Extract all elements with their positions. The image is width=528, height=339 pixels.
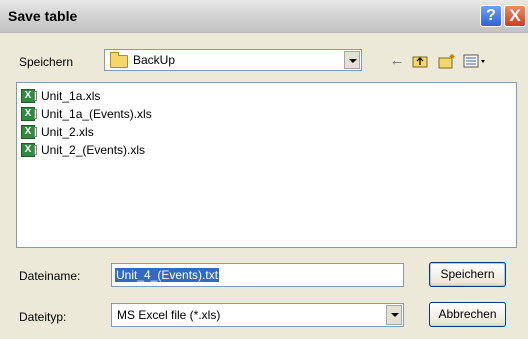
back-icon[interactable]: ← <box>388 52 406 70</box>
excel-file-icon: X <box>21 143 37 157</box>
cancel-button[interactable]: Abbrechen <box>429 302 506 327</box>
filename-label: Dateiname: <box>19 269 81 283</box>
help-button[interactable]: ? <box>480 5 502 27</box>
file-name: Unit_1a_(Events).xls <box>41 107 152 121</box>
filename-value: Unit_4_(Events).txt <box>115 268 220 282</box>
look-in-label: Speichern <box>19 55 74 69</box>
list-item[interactable]: X Unit_2.xls <box>21 124 94 140</box>
file-name: Unit_2_(Events).xls <box>41 143 146 157</box>
new-folder-icon[interactable] <box>438 52 456 70</box>
chevron-down-icon[interactable] <box>344 51 360 69</box>
look-in-value: BackUp <box>133 53 176 67</box>
window-title: Save table <box>8 8 78 24</box>
filetype-value: MS Excel file (*.xls) <box>117 308 221 322</box>
filename-field[interactable]: Unit_4_(Events).txt <box>111 263 404 287</box>
close-button[interactable]: X <box>504 5 526 27</box>
excel-file-icon: X <box>21 107 37 121</box>
excel-file-icon: X <box>21 89 37 103</box>
list-item[interactable]: X Unit_1a.xls <box>21 88 100 104</box>
chevron-down-icon[interactable] <box>386 305 402 325</box>
filetype-label: Dateityp: <box>19 310 67 324</box>
list-item[interactable]: X Unit_1a_(Events).xls <box>21 106 152 122</box>
look-in-combo[interactable]: BackUp <box>104 49 362 71</box>
up-folder-icon[interactable] <box>412 52 428 70</box>
views-menu-icon[interactable] <box>463 52 487 70</box>
file-name: Unit_2.xls <box>41 125 94 139</box>
folder-icon <box>110 52 128 68</box>
file-list[interactable]: X Unit_1a.xls X Unit_1a_(Events).xls X U… <box>16 82 517 248</box>
title-bar: Save table ? X <box>0 0 528 33</box>
excel-file-icon: X <box>21 125 37 139</box>
file-name: Unit_1a.xls <box>41 89 101 103</box>
list-item[interactable]: X Unit_2_(Events).xls <box>21 142 145 158</box>
filetype-select[interactable]: MS Excel file (*.xls) <box>111 303 404 327</box>
save-button[interactable]: Speichern <box>429 262 506 287</box>
